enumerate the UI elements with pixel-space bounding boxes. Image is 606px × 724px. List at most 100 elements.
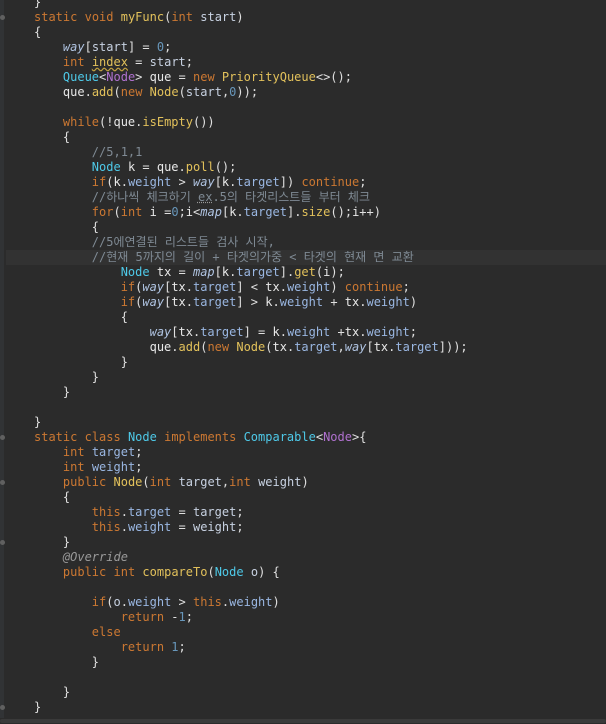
- code-line[interactable]: if(way[tx.target] < tx.weight) continue;: [6, 280, 606, 295]
- code-token: weight: [279, 295, 324, 309]
- code-line-text: }: [34, 370, 99, 385]
- code-line[interactable]: [6, 670, 606, 685]
- code-line[interactable]: que.add(new Node(tx.target,way[tx.target…: [6, 340, 606, 355]
- code-line[interactable]: Queue<Node> que = new PriorityQueue<>();: [6, 70, 606, 85]
- code-line[interactable]: }: [6, 415, 606, 430]
- code-token: if: [120, 295, 136, 309]
- code-token: Node: [120, 265, 150, 279]
- code-line[interactable]: if(way[tx.target] > k.weight + tx.weight…: [6, 295, 606, 310]
- code-line[interactable]: way[start] = 0;: [6, 40, 606, 55]
- code-token: que: [156, 160, 179, 174]
- code-token: start: [91, 40, 128, 54]
- code-token: Node: [323, 430, 352, 444]
- code-token: target: [236, 175, 280, 189]
- code-editor[interactable]: } static void myFunc(int start){ way[star…: [0, 0, 606, 724]
- code-line[interactable]: static class Node implements Comparable<…: [0, 430, 606, 445]
- code-line[interactable]: //5,1,1: [6, 145, 606, 160]
- code-token: .: [171, 340, 179, 354]
- code-token: k: [113, 175, 121, 189]
- code-token: Node: [91, 160, 121, 174]
- code-token: way: [62, 40, 85, 54]
- code-line[interactable]: }: [6, 355, 606, 370]
- code-token: =: [171, 505, 193, 519]
- code-token: =: [171, 70, 193, 84]
- code-line[interactable]: }: [0, 700, 606, 715]
- code-token: (: [142, 475, 150, 489]
- code-token: =: [171, 520, 193, 534]
- code-line[interactable]: que.add(new Node(start,0));: [6, 85, 606, 100]
- code-line[interactable]: {: [6, 130, 606, 145]
- code-line[interactable]: Node k = que.poll();: [6, 160, 606, 175]
- code-token: >: [171, 175, 193, 189]
- code-area[interactable]: } static void myFunc(int start){ way[star…: [0, 0, 606, 724]
- code-line[interactable]: return 1;: [6, 640, 606, 655]
- code-line[interactable]: this.target = target;: [6, 505, 606, 520]
- code-line[interactable]: while(!que.isEmpty()): [6, 115, 606, 130]
- code-line[interactable]: {: [6, 25, 606, 40]
- code-token: implements: [164, 430, 237, 444]
- code-line-text: }: [34, 685, 70, 700]
- fold-marker-icon[interactable]: [0, 480, 5, 485]
- code-line[interactable]: public Node(int target,int weight): [0, 475, 606, 490]
- code-line[interactable]: static void myFunc(int start): [0, 10, 606, 25]
- code-line-text: for(int i =0;i<map[k.target].size();i++): [34, 205, 381, 220]
- code-token: int: [149, 475, 172, 489]
- code-line[interactable]: int weight;: [6, 460, 606, 475]
- code-line[interactable]: @Override: [6, 550, 606, 565]
- fold-marker-icon[interactable]: [0, 705, 5, 710]
- code-token: i: [149, 205, 157, 219]
- code-line[interactable]: int index = start;: [6, 55, 606, 70]
- code-token: tx: [265, 280, 280, 294]
- fold-marker-icon[interactable]: [0, 540, 5, 545]
- code-line[interactable]: //현재 5까지의 길이 + 타겟의가중 < 타겟의 현재 면 교환: [6, 250, 606, 265]
- code-line[interactable]: if(o.weight > this.weight): [6, 595, 606, 610]
- code-token: tx: [171, 280, 186, 294]
- code-token: .: [279, 325, 287, 339]
- code-line[interactable]: if(k.weight > way[k.target]) continue;: [6, 175, 606, 190]
- code-line[interactable]: }: [0, 535, 606, 550]
- code-line[interactable]: return -1;: [6, 610, 606, 625]
- code-token: );: [330, 265, 345, 279]
- code-line[interactable]: [6, 580, 606, 595]
- code-token: }: [34, 700, 42, 714]
- code-line[interactable]: }: [6, 370, 606, 385]
- horizontal-scrollbar[interactable]: [0, 718, 606, 724]
- code-token: way: [142, 280, 165, 294]
- code-line[interactable]: [6, 400, 606, 415]
- code-line[interactable]: }: [6, 685, 606, 700]
- code-line[interactable]: }: [6, 655, 606, 670]
- code-line[interactable]: {: [6, 310, 606, 325]
- fold-marker-icon[interactable]: [0, 15, 5, 20]
- code-token: ].: [287, 205, 302, 219]
- code-token: ++): [359, 205, 381, 219]
- code-line[interactable]: int target;: [6, 445, 606, 460]
- code-token: ].: [279, 265, 295, 279]
- fold-marker-icon[interactable]: [0, 435, 5, 440]
- editor-gutter[interactable]: [0, 0, 4, 724]
- code-line[interactable]: public int compareTo(Node o) {: [6, 565, 606, 580]
- code-token: (: [113, 205, 121, 219]
- code-line[interactable]: }: [6, 0, 606, 10]
- code-line-text: //5,1,1: [34, 145, 143, 160]
- code-line[interactable]: way[tx.target] = k.weight +tx.weight;: [6, 325, 606, 340]
- code-token: o: [113, 595, 121, 609]
- code-line[interactable]: }: [6, 385, 606, 400]
- code-line[interactable]: {: [6, 490, 606, 505]
- code-line[interactable]: [6, 100, 606, 115]
- code-line[interactable]: Node tx = map[k.target].get(i);: [6, 265, 606, 280]
- code-line[interactable]: {: [6, 220, 606, 235]
- code-line[interactable]: //5에연결된 리스트들 검사 시작,: [6, 235, 606, 250]
- scrollbar-thumb[interactable]: [0, 719, 606, 723]
- code-token: }: [34, 355, 128, 369]
- code-line[interactable]: else: [6, 625, 606, 640]
- code-line[interactable]: //하나씩 체크하기 ex.5의 타겟리스트들 부터 체크: [6, 190, 606, 205]
- code-line-text: }: [34, 0, 41, 10]
- code-token: tx: [344, 325, 360, 339]
- code-token: class: [84, 430, 121, 444]
- code-line[interactable]: for(int i =0;i<map[k.target].size();i++): [6, 205, 606, 220]
- code-line[interactable]: this.weight = weight;: [6, 520, 606, 535]
